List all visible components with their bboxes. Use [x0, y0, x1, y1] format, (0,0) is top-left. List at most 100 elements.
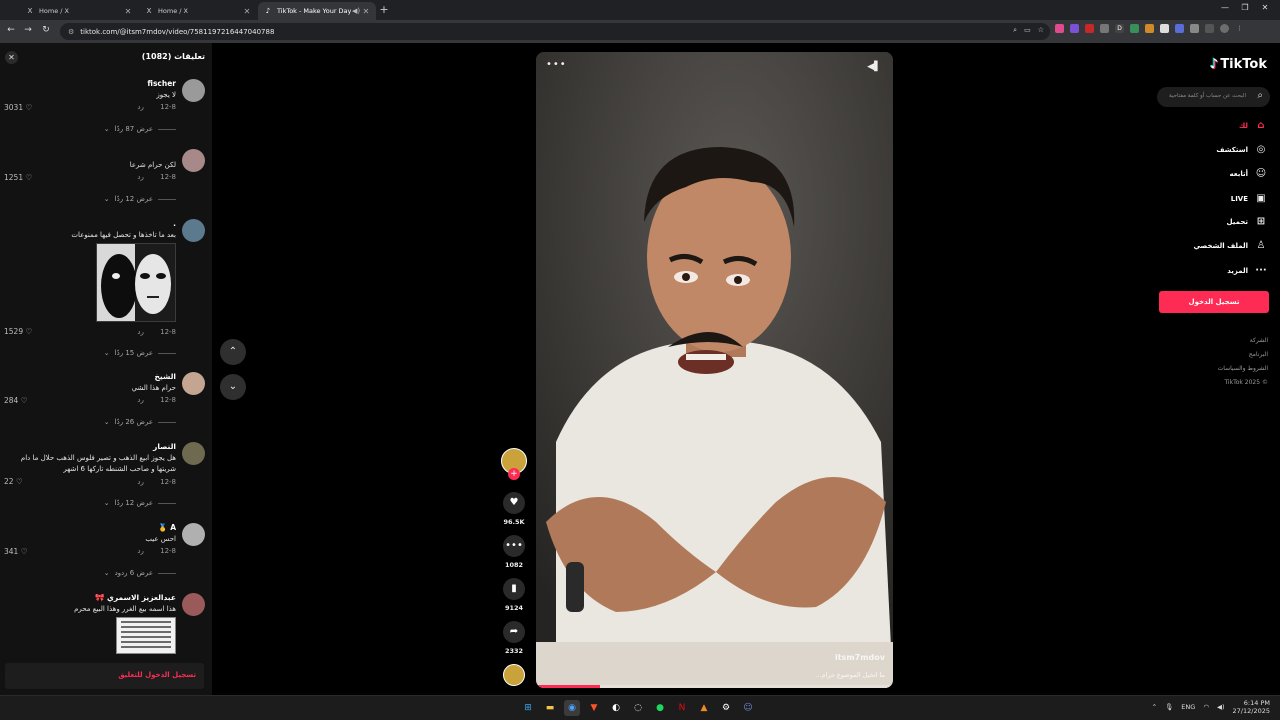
tiktok-logo[interactable]: ♪ TikTok [1210, 57, 1267, 72]
windows-start-icon[interactable]: ⊞ [520, 700, 536, 716]
close-window-icon[interactable]: ✕ [1258, 3, 1272, 12]
next-video-button[interactable]: ⌄ [220, 374, 246, 400]
extension-icon[interactable] [1145, 24, 1154, 33]
vlc-icon[interactable]: ▲ [696, 700, 712, 716]
close-icon[interactable]: ✕ [123, 7, 133, 16]
save-button[interactable]: ▮ 9124 [499, 578, 529, 612]
extension-icon[interactable] [1175, 24, 1184, 33]
comment-username[interactable]: fischer [147, 79, 176, 88]
like-button[interactable]: ♥ 96.5K [499, 492, 529, 526]
avatar[interactable] [182, 593, 205, 616]
close-comments-button[interactable]: ✕ [5, 51, 18, 64]
extension-icon[interactable] [1055, 24, 1064, 33]
search-icon[interactable]: ⌕ [1257, 90, 1263, 101]
file-explorer-icon[interactable]: ▬ [542, 700, 558, 716]
nav-item-live[interactable]: ▣ LIVE [1231, 193, 1268, 204]
like-count[interactable]: 1529 ♡ [4, 327, 32, 336]
comment-button[interactable]: ••• 1082 [499, 535, 529, 569]
volume-icon[interactable]: ◀) [1217, 703, 1225, 711]
view-replies-button[interactable]: عرض 26 ردًا ⌄ [104, 418, 176, 426]
minimize-icon[interactable]: — [1218, 3, 1232, 12]
like-count[interactable]: 1251 ♡ [4, 173, 32, 182]
bookmark-star-icon[interactable]: ☆ [1038, 26, 1044, 35]
extension-icon[interactable] [1100, 24, 1109, 33]
like-count[interactable]: 284 ♡ [4, 396, 27, 405]
extension-icon[interactable] [1085, 24, 1094, 33]
avatar[interactable] [182, 219, 205, 242]
reply-button[interactable]: رد [137, 173, 144, 181]
share-arrow-icon[interactable]: ➦ [503, 621, 525, 643]
comment-username[interactable]: . [173, 219, 176, 228]
video-player[interactable]: ••• ◀▌ itsm7mdov ما اتخيل الموضوع حرام..… [536, 52, 893, 688]
follow-plus-icon[interactable]: + [508, 468, 520, 480]
avatar[interactable] [182, 149, 205, 172]
nav-item-following[interactable]: ☺ أتابعه [1230, 168, 1268, 179]
view-replies-button[interactable]: عرض 87 ردًا ⌄ [104, 125, 176, 133]
site-info-icon[interactable]: ⚙ [68, 28, 74, 36]
nav-item-for-you[interactable]: ⌂ لك [1239, 120, 1268, 131]
search-input[interactable]: البحث عن حساب أو كلمة مفتاحية ⌕ [1157, 87, 1270, 107]
comment-username[interactable]: A 🥇 [158, 523, 176, 532]
comment-image[interactable] [96, 243, 176, 322]
close-icon[interactable]: ✕ [242, 7, 252, 16]
reply-button[interactable]: رد [137, 478, 144, 486]
comment-username[interactable]: النصار [153, 442, 176, 451]
reply-button[interactable]: رد [137, 103, 144, 111]
discord-icon[interactable]: ☺ [740, 700, 756, 716]
close-icon[interactable]: ✕ [361, 7, 371, 16]
bookmark-icon[interactable]: ▮ [503, 578, 525, 600]
comment-username[interactable]: الشيخ [155, 372, 177, 381]
comment-username[interactable]: عبدالعزيز الاسمري 🎀 [95, 593, 176, 602]
tab-home-x-2[interactable]: X Home / X ✕ [139, 2, 257, 20]
extension-icon[interactable] [1070, 24, 1079, 33]
tab-home-x-1[interactable]: X Home / X ✕ [20, 2, 138, 20]
avatar[interactable] [182, 442, 205, 465]
clock[interactable]: 6:14 PM 27/12/2025 [1233, 699, 1270, 715]
nav-item-profile[interactable]: ♙ الملف الشخصي [1193, 240, 1268, 251]
comment-image[interactable] [116, 617, 176, 654]
extension-icon[interactable] [1130, 24, 1139, 33]
music-disc-icon[interactable] [503, 664, 525, 686]
forward-icon[interactable]: → [22, 25, 34, 35]
reload-icon[interactable]: ↻ [40, 25, 52, 35]
volume-icon[interactable]: ◀▌ [867, 62, 881, 72]
puzzle-icon[interactable] [1190, 24, 1199, 33]
creator-profile[interactable]: + [499, 448, 529, 480]
more-options-icon[interactable]: ••• [546, 59, 567, 70]
share-button[interactable]: ➦ 2332 [499, 621, 529, 655]
footer-link-company[interactable]: الشركة [1250, 337, 1268, 344]
avatar[interactable] [182, 372, 205, 395]
previous-video-button[interactable]: ⌃ [220, 339, 246, 365]
restore-icon[interactable]: ❐ [1238, 3, 1252, 12]
menu-dots-icon[interactable]: ⋮ [1235, 24, 1244, 33]
like-count[interactable]: 341 ♡ [4, 547, 27, 556]
reply-button[interactable]: رد [137, 328, 144, 336]
extension-icon[interactable]: D [1115, 24, 1124, 33]
footer-link-program[interactable]: البرنامج [1249, 351, 1268, 358]
netflix-icon[interactable]: N [674, 700, 690, 716]
login-button[interactable]: تسجيل الدخول [1159, 291, 1269, 313]
chevron-up-icon[interactable]: ⌃ [1152, 703, 1157, 711]
view-replies-button[interactable]: عرض 12 ردًا ⌄ [104, 195, 176, 203]
spotify-icon[interactable]: ● [652, 700, 668, 716]
new-tab-button[interactable]: + [378, 3, 390, 17]
reply-button[interactable]: رد [137, 396, 144, 404]
view-replies-button[interactable]: عرض 6 ردود ⌄ [104, 569, 176, 577]
nav-item-more[interactable]: ··· المزيد [1227, 265, 1268, 276]
video-progress-bar[interactable] [536, 685, 893, 688]
login-to-comment-link[interactable]: تسجيل الدخول للتعليق [5, 663, 204, 689]
avatar[interactable] [182, 523, 205, 546]
language-indicator[interactable]: ENG [1181, 703, 1195, 711]
microphone-icon[interactable]: 🎙 [1165, 703, 1173, 711]
nav-item-explore[interactable]: ◎ استكشف [1216, 144, 1268, 155]
obs-icon[interactable]: ◌ [630, 700, 646, 716]
like-count[interactable]: 3031 ♡ [4, 103, 32, 112]
sound-disc[interactable] [499, 664, 529, 686]
avatar[interactable] [182, 79, 205, 102]
back-icon[interactable]: ← [5, 25, 17, 35]
capcut-icon[interactable]: ◐ [608, 700, 624, 716]
sidebar-icon[interactable] [1205, 24, 1214, 33]
zoom-icon[interactable]: ⌕ [1013, 26, 1017, 35]
brave-icon[interactable]: ▼ [586, 700, 602, 716]
like-count[interactable]: 22 ♡ [4, 477, 23, 486]
